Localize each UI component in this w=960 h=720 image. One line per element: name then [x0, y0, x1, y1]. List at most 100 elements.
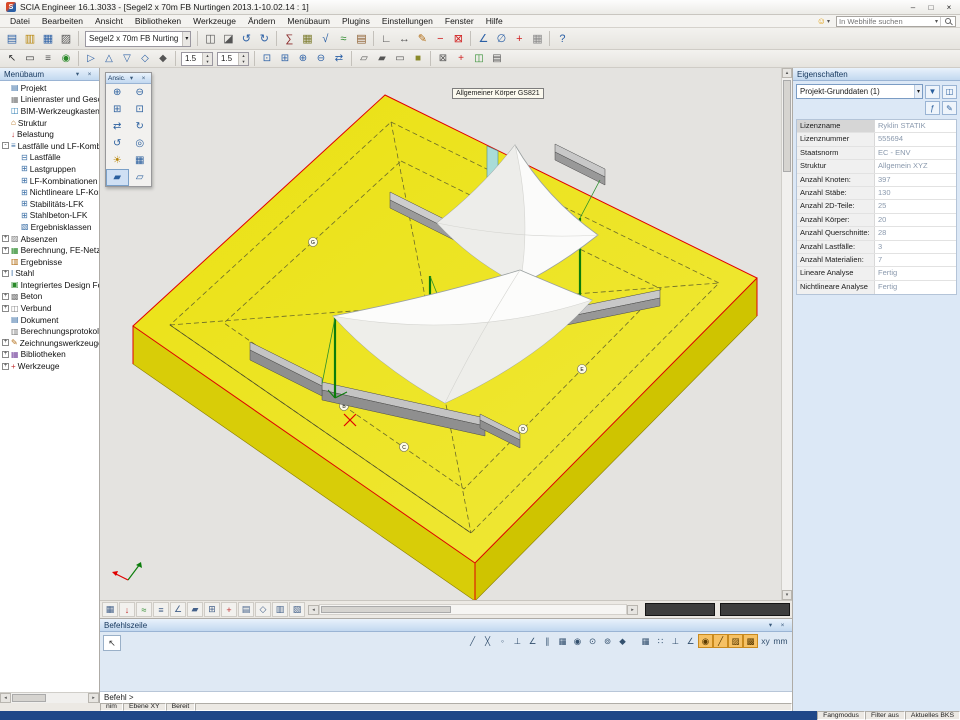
tab-layers[interactable]: ≡: [153, 602, 169, 617]
tree-item-lf-kombinationen[interactable]: ⊞LF-Kombinationen: [0, 175, 99, 187]
spin-down-icon[interactable]: ▾: [239, 59, 248, 65]
scrollbar-thumb[interactable]: [12, 694, 46, 702]
tab-grid[interactable]: ⊞: [204, 602, 220, 617]
expander-icon[interactable]: +: [2, 293, 9, 300]
tree-horizontal-scrollbar[interactable]: ◂ ▸: [0, 692, 99, 703]
close-button[interactable]: ×: [940, 1, 958, 14]
filter-icon[interactable]: ▼: [925, 85, 940, 99]
property-value[interactable]: Allgemein XYZ: [875, 160, 956, 172]
search-icon[interactable]: [945, 18, 951, 24]
wireframe-view-icon[interactable]: ▱: [129, 169, 152, 186]
tree-item-integriertes-design-forms[interactable]: ▣Integriertes Design Forms: [0, 279, 99, 291]
zoom-out-icon[interactable]: ⊖: [312, 51, 330, 66]
chevron-down-icon[interactable]: ▾: [827, 18, 830, 25]
tree-item-stahlbeton-lfk[interactable]: ⊞Stahlbeton-LFK: [0, 210, 99, 222]
scroll-right-icon[interactable]: ▸: [88, 693, 99, 703]
scroll-right-icon[interactable]: ▸: [627, 605, 638, 615]
parameters-icon[interactable]: ƒ: [925, 101, 940, 115]
pan-icon[interactable]: ⇄: [106, 118, 129, 135]
results-icon[interactable]: ≈: [334, 30, 352, 47]
snap-grid-icon[interactable]: ▦: [555, 634, 570, 648]
property-row-anzahl-lastfälle[interactable]: Anzahl Lastfälle:3: [797, 241, 956, 254]
viewport-horizontal-scrollbar[interactable]: ◂ ▸: [308, 604, 638, 615]
save-project-icon[interactable]: ▦: [39, 30, 57, 47]
calculation-icon[interactable]: ∑: [280, 30, 298, 47]
menu-fenster[interactable]: Fenster: [439, 15, 480, 27]
property-row-lizenznummer[interactable]: Lizenznummer555694: [797, 133, 956, 146]
command-input[interactable]: Befehl >: [100, 691, 792, 703]
property-value[interactable]: 555694: [875, 133, 956, 145]
menu-plugins[interactable]: Plugins: [336, 15, 376, 27]
tree-item-berechnungsprotokoll[interactable]: ▥Berechnungsprotokoll: [0, 325, 99, 337]
tree-item-lastfälle-und-lf-kombinatic[interactable]: -≡Lastfälle und LF-Kombinatic: [0, 140, 99, 152]
tree-item-stabilitäts-lfk[interactable]: ⊞Stabilitäts-LFK: [0, 198, 99, 210]
snap-surfaces-icon[interactable]: ▨: [728, 634, 743, 648]
property-row-lineare-analyse[interactable]: Lineare AnalyseFertig: [797, 267, 956, 280]
tree-item-berechnung-fe-netz[interactable]: +▦Berechnung, FE-Netz: [0, 244, 99, 256]
property-value[interactable]: 3: [875, 241, 956, 253]
hidden-line-icon[interactable]: ▭: [391, 51, 409, 66]
tab-settings[interactable]: ▧: [289, 602, 305, 617]
expander-icon[interactable]: +: [2, 363, 9, 370]
expander-icon[interactable]: +: [2, 305, 9, 312]
property-value[interactable]: 25: [875, 200, 956, 212]
scroll-left-icon[interactable]: ◂: [308, 605, 319, 615]
clipping-box-icon[interactable]: ⊠: [434, 51, 452, 66]
view-perspective-icon[interactable]: ◆: [154, 51, 172, 66]
menu-bearbeiten[interactable]: Bearbeiten: [36, 15, 89, 27]
menu-werkzeuge[interactable]: Werkzeuge: [187, 15, 242, 27]
property-row-anzahl-knoten[interactable]: Anzahl Knoten:397: [797, 174, 956, 187]
property-row-anzahl-materialien[interactable]: Anzahl Materialien:7: [797, 254, 956, 267]
redraw-icon[interactable]: ◎: [129, 135, 152, 152]
property-value[interactable]: 130: [875, 187, 956, 199]
tree-item-bim-werkzeugkasten[interactable]: ◫BIM-Werkzeugkasten: [0, 105, 99, 117]
snap-circle-icon[interactable]: ◉: [570, 634, 585, 648]
tab-views[interactable]: ◇: [255, 602, 271, 617]
tree-item-belastung[interactable]: ↓Belastung: [0, 128, 99, 140]
redo-icon[interactable]: ↻: [255, 30, 273, 47]
maximize-button[interactable]: □: [922, 1, 940, 14]
zoom-in-icon[interactable]: ⊕: [106, 84, 129, 101]
scrollbar-thumb[interactable]: [321, 606, 451, 613]
viewport-vertical-scrollbar[interactable]: ▴ ▾: [781, 68, 792, 600]
cursor-mode-button[interactable]: ↖: [103, 635, 121, 651]
close-icon[interactable]: ×: [777, 620, 788, 630]
menu-datei[interactable]: Datei: [4, 15, 36, 27]
tab-results[interactable]: ≈: [136, 602, 152, 617]
menu-hilfe[interactable]: Hilfe: [480, 15, 509, 27]
snap-intersection-icon[interactable]: ╳: [480, 634, 495, 648]
pan-icon[interactable]: ⇄: [330, 51, 348, 66]
minimize-button[interactable]: –: [904, 1, 922, 14]
search-input[interactable]: [839, 17, 935, 26]
snap-tangent-icon[interactable]: ⊚: [600, 634, 615, 648]
tree-item-struktur[interactable]: ⌂Struktur: [0, 117, 99, 129]
properties-combo[interactable]: Projekt-Grunddaten (1) ▾: [796, 84, 923, 99]
project-combo[interactable]: Segel2 x 70m FB Nurting▾: [85, 31, 191, 47]
previous-view-icon[interactable]: ↺: [106, 135, 129, 152]
property-value[interactable]: EC - ENV: [875, 147, 956, 159]
property-value[interactable]: 397: [875, 174, 956, 186]
view-front-icon[interactable]: ▷: [82, 51, 100, 66]
menu-einstellungen[interactable]: Einstellungen: [376, 15, 439, 27]
chevron-down-icon[interactable]: ▾: [126, 73, 137, 83]
wireframe-icon[interactable]: ▱: [355, 51, 373, 66]
status-filter-aus[interactable]: Filter aus: [865, 711, 905, 720]
tree-item-lastfälle[interactable]: ⊟Lastfälle: [0, 152, 99, 164]
close-icon[interactable]: ×: [138, 73, 149, 83]
snap-midpoint-icon[interactable]: ╱: [465, 634, 480, 648]
menu-ansicht[interactable]: Ansicht: [89, 15, 129, 27]
coords-input-icon[interactable]: xy: [758, 634, 773, 648]
open-project-icon[interactable]: ▥: [21, 30, 39, 47]
render-icon[interactable]: ■: [409, 51, 427, 66]
help-icon[interactable]: ?: [553, 30, 571, 47]
expander-icon[interactable]: -: [2, 142, 9, 149]
property-row-struktur[interactable]: StrukturAllgemein XYZ: [797, 160, 956, 173]
spin-down-icon[interactable]: ▾: [203, 59, 212, 65]
shaded-icon[interactable]: ▰: [373, 51, 391, 66]
new-window-icon[interactable]: ◫: [942, 85, 957, 99]
snap-node-icon[interactable]: ◦: [495, 634, 510, 648]
tree-item-dokument[interactable]: ▤Dokument: [0, 314, 99, 326]
help-search-box[interactable]: ▾: [836, 16, 956, 27]
property-row-anzahl-körper[interactable]: Anzahl Körper:20: [797, 214, 956, 227]
zoom-window-icon[interactable]: ⊞: [276, 51, 294, 66]
